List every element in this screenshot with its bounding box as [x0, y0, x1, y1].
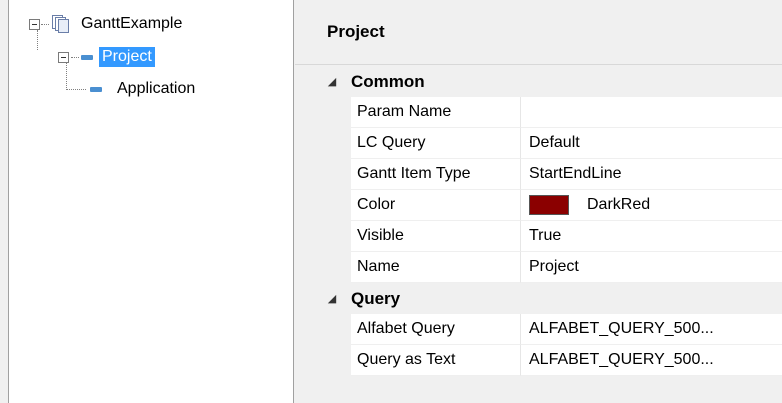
category-row-query[interactable]: ◢ Query: [313, 283, 782, 314]
node-icon: [90, 86, 102, 92]
tree-connector: [66, 88, 86, 90]
tree-node-label: Application: [117, 80, 196, 97]
collapse-arrow-icon[interactable]: ◢: [313, 292, 351, 305]
property-row[interactable]: Query as Text ALFABET_QUERY_500...: [313, 345, 782, 376]
property-grid: ◢ Common Param Name LC Query Default Gan…: [313, 66, 782, 376]
property-value[interactable]: Project: [521, 252, 782, 283]
tree-node-label: Project: [99, 47, 155, 67]
property-value[interactable]: [521, 97, 782, 128]
property-name: Query as Text: [351, 345, 521, 376]
color-swatch: [529, 195, 569, 215]
property-name: Gantt Item Type: [351, 159, 521, 190]
property-value[interactable]: ALFABET_QUERY_500...: [521, 314, 782, 345]
tree-node-application[interactable]: Application: [66, 77, 198, 101]
property-name: Alfabet Query: [351, 314, 521, 345]
documents-icon: [50, 14, 70, 34]
tree-node-root[interactable]: GanttExample: [29, 12, 185, 36]
tree-node-label: GanttExample: [81, 15, 183, 32]
category-label: Query: [351, 288, 401, 308]
category-label: Common: [351, 71, 425, 91]
tree-node-project[interactable]: Project: [58, 45, 155, 69]
category-row-common[interactable]: ◢ Common: [313, 66, 782, 97]
property-row[interactable]: Visible True: [313, 221, 782, 252]
property-row[interactable]: Name Project: [313, 252, 782, 283]
property-value[interactable]: Default: [521, 128, 782, 159]
property-name: Name: [351, 252, 521, 283]
property-panel: Project ◢ Common Param Name LC Query Def…: [295, 0, 782, 403]
property-row[interactable]: Param Name: [313, 97, 782, 128]
property-row[interactable]: Alfabet Query ALFABET_QUERY_500...: [313, 314, 782, 345]
property-row[interactable]: LC Query Default: [313, 128, 782, 159]
collapse-toggle[interactable]: [58, 51, 69, 63]
color-name: DarkRed: [587, 196, 651, 213]
tree-connector: [71, 56, 79, 58]
panel-title: Project: [295, 0, 782, 65]
property-value[interactable]: StartEndLine: [521, 159, 782, 190]
property-row[interactable]: Color DarkRed: [313, 190, 782, 221]
property-name: Param Name: [351, 97, 521, 128]
collapse-toggle[interactable]: [29, 18, 40, 30]
property-name: Color: [351, 190, 521, 221]
property-value-color[interactable]: DarkRed: [521, 190, 782, 221]
tree-connector: [41, 23, 49, 25]
tree-panel: GanttExample Project Application: [8, 0, 294, 403]
property-name: Visible: [351, 221, 521, 252]
property-value[interactable]: ALFABET_QUERY_500...: [521, 345, 782, 376]
property-name: LC Query: [351, 128, 521, 159]
node-icon: [81, 54, 93, 60]
property-value[interactable]: True: [521, 221, 782, 252]
property-row[interactable]: Gantt Item Type StartEndLine: [313, 159, 782, 190]
collapse-arrow-icon[interactable]: ◢: [313, 75, 351, 88]
